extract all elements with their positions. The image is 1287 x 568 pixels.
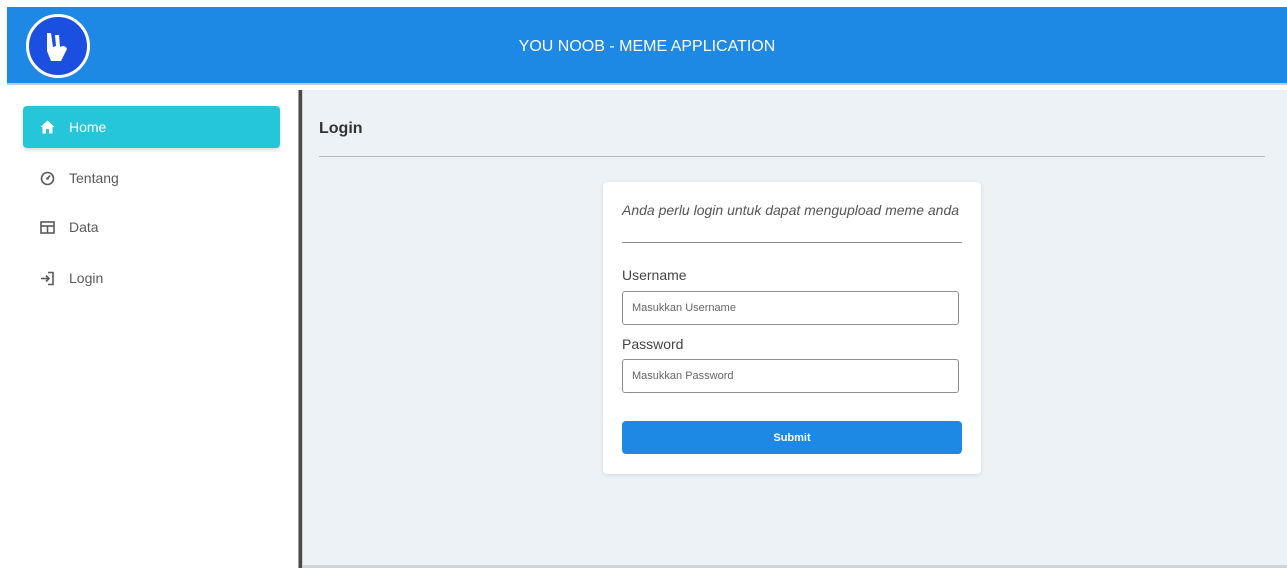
- rock-hand-icon[interactable]: [26, 14, 90, 78]
- rock-hand-icon-glyph: [47, 33, 67, 61]
- sidebar-item-label: Home: [69, 119, 107, 135]
- password-input[interactable]: [622, 359, 959, 393]
- sidebar-item-login[interactable]: Login: [23, 257, 280, 299]
- password-label: Password: [622, 336, 684, 352]
- sidebar-item-home[interactable]: Home: [23, 106, 280, 148]
- card-divider: [622, 242, 962, 243]
- login-note: Anda perlu login untuk dapat mengupload …: [622, 202, 960, 218]
- title-divider: [319, 156, 1265, 157]
- sidebar-item-tentang[interactable]: Tentang: [23, 157, 280, 199]
- username-label: Username: [622, 267, 687, 283]
- sidebar-item-label: Login: [69, 270, 104, 286]
- sidebar-item-data[interactable]: Data: [23, 206, 280, 248]
- app-header: YOU NOOB - MEME APPLICATION: [7, 7, 1287, 85]
- page-title: Login: [319, 120, 363, 137]
- login-icon: [39, 270, 55, 286]
- dashboard-icon: [39, 170, 55, 186]
- sidebar-item-label: Tentang: [69, 170, 119, 186]
- main-content: Login Anda perlu login untuk dapat mengu…: [303, 90, 1287, 566]
- app-title: YOU NOOB - MEME APPLICATION: [518, 38, 776, 55]
- table-icon: [39, 219, 55, 235]
- login-card: Anda perlu login untuk dapat mengupload …: [603, 182, 981, 474]
- sidebar: Home Tentang Data Login: [7, 90, 298, 568]
- sidebar-item-label: Data: [69, 219, 99, 235]
- home-icon: [39, 119, 55, 135]
- submit-button[interactable]: Submit: [622, 421, 962, 454]
- username-input[interactable]: [622, 291, 959, 325]
- top-strip: [0, 0, 1287, 7]
